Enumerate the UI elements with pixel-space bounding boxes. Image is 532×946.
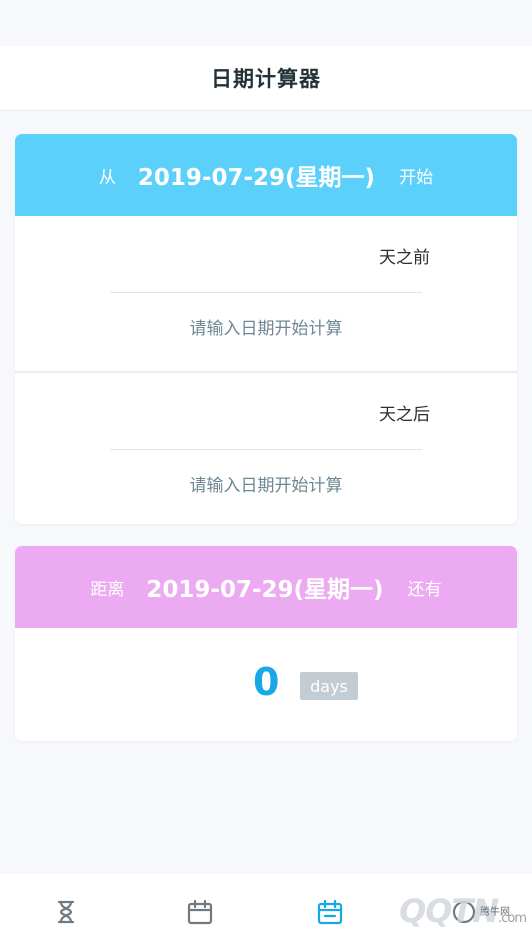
days-after-result: 请输入日期开始计算 — [189, 476, 343, 496]
app-bar: 日期计算器 — [0, 46, 532, 111]
page-title: 日期计算器 — [211, 67, 321, 91]
tab-hourglass[interactable] — [48, 894, 84, 930]
start-date[interactable]: 2019-07-29(星期一) — [138, 158, 375, 192]
watermark-tag: 腾牛网 — [480, 907, 510, 918]
countdown-value: 0 — [253, 660, 280, 704]
tab-calendar[interactable] — [182, 894, 218, 930]
start-date-card: 从 2019-07-29(星期一) 开始 天之前 请输入日期开始计算 天之后 请… — [15, 134, 517, 524]
status-bar — [0, 0, 532, 46]
hourglass-icon — [57, 900, 75, 924]
days-after-input[interactable] — [110, 449, 422, 450]
days-before-input[interactable] — [110, 292, 422, 293]
countdown-result: 0 days — [15, 628, 517, 741]
countdown-unit-badge: days — [300, 672, 358, 700]
days-before-row: 天之前 请输入日期开始计算 — [15, 216, 517, 373]
countdown-date[interactable]: 2019-07-29(星期一) — [146, 570, 383, 604]
start-date-header[interactable]: 从 2019-07-29(星期一) 开始 — [15, 134, 517, 216]
tab-date-calculator[interactable] — [312, 894, 348, 930]
calendar-calc-icon — [317, 899, 343, 925]
days-after-row: 天之后 请输入日期开始计算 — [15, 373, 517, 524]
calendar-icon — [187, 899, 213, 925]
countdown-header[interactable]: 距离 2019-07-29(星期一) 还有 — [15, 546, 517, 628]
days-after-unit: 天之后 — [379, 405, 430, 425]
countdown-card: 距离 2019-07-29(星期一) 还有 0 days — [15, 546, 517, 741]
start-prefix: 从 — [98, 167, 116, 188]
days-before-unit: 天之前 — [379, 248, 430, 268]
countdown-prefix: 距离 — [90, 579, 125, 600]
countdown-suffix: 还有 — [407, 579, 442, 600]
start-suffix: 开始 — [399, 167, 434, 188]
days-before-result: 请输入日期开始计算 — [189, 319, 343, 339]
